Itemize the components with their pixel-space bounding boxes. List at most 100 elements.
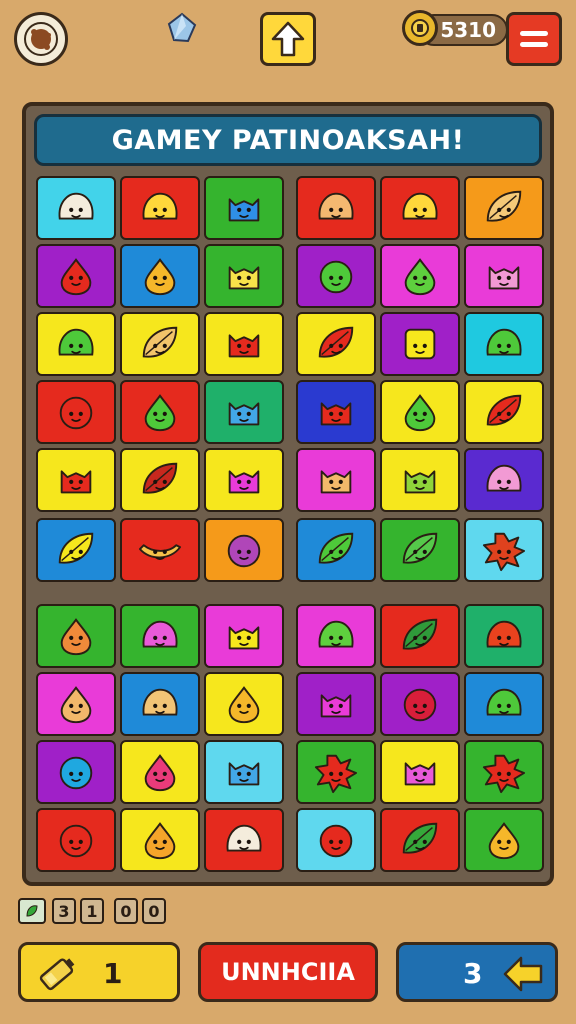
game-tile[interactable]: [296, 244, 376, 308]
game-tile[interactable]: [464, 604, 544, 668]
game-tile[interactable]: [36, 244, 116, 308]
game-tile[interactable]: [36, 518, 116, 582]
menu-button[interactable]: [506, 12, 562, 66]
game-tile[interactable]: [36, 380, 116, 444]
banana-creature-icon: [138, 544, 182, 560]
blob-creature-icon: [486, 620, 522, 648]
board-title: GAMEY PATINOAKSAH!: [34, 114, 542, 166]
game-tile[interactable]: [464, 312, 544, 376]
game-tile[interactable]: [380, 448, 460, 512]
game-tile[interactable]: [120, 448, 200, 512]
game-tile[interactable]: [464, 448, 544, 512]
cat-creature-icon: [60, 470, 92, 494]
drop-creature-icon: [404, 394, 436, 432]
cat-creature-icon: [228, 334, 260, 358]
round-creature-icon: [403, 688, 437, 722]
game-tile[interactable]: [36, 808, 116, 872]
blob-creature-icon: [486, 688, 522, 716]
game-tile[interactable]: [36, 604, 116, 668]
cookie-icon: [24, 22, 58, 56]
drop-creature-icon: [60, 686, 92, 724]
game-tile[interactable]: [36, 176, 116, 240]
moves-button[interactable]: 3: [396, 942, 558, 1002]
game-tile[interactable]: [36, 740, 116, 804]
game-tile[interactable]: [204, 244, 284, 308]
game-tile[interactable]: [120, 740, 200, 804]
game-tile[interactable]: [380, 604, 460, 668]
level-up-button[interactable]: [260, 12, 316, 66]
blob-creature-icon: [142, 688, 178, 716]
game-tile[interactable]: [120, 244, 200, 308]
game-tile[interactable]: [296, 604, 376, 668]
drop-creature-icon: [144, 258, 176, 296]
gem-icon: [166, 12, 198, 44]
game-tile[interactable]: [204, 672, 284, 736]
game-tile[interactable]: [464, 740, 544, 804]
leaf-icon: [26, 905, 38, 917]
game-tile[interactable]: [36, 672, 116, 736]
cat-creature-icon: [404, 470, 436, 494]
game-tile[interactable]: [296, 672, 376, 736]
booster-button[interactable]: 1: [18, 942, 180, 1002]
game-tile[interactable]: [204, 740, 284, 804]
stat-box: 3: [52, 898, 76, 924]
game-tile[interactable]: [296, 380, 376, 444]
drop-creature-icon: [144, 754, 176, 792]
game-tile[interactable]: [296, 808, 376, 872]
game-tile[interactable]: [464, 380, 544, 444]
leaf-creature-icon: [486, 190, 522, 222]
game-tile[interactable]: [120, 176, 200, 240]
game-tile[interactable]: [296, 518, 376, 582]
game-tile[interactable]: [464, 244, 544, 308]
game-tile[interactable]: [380, 672, 460, 736]
game-tile[interactable]: [120, 672, 200, 736]
game-tile[interactable]: [296, 312, 376, 376]
game-tile[interactable]: [464, 672, 544, 736]
game-tile[interactable]: [204, 176, 284, 240]
leaf-creature-icon: [318, 326, 354, 358]
cat-creature-icon: [228, 198, 260, 222]
game-tile[interactable]: [204, 448, 284, 512]
game-tile[interactable]: [380, 808, 460, 872]
game-tile[interactable]: [204, 312, 284, 376]
game-tile[interactable]: [120, 312, 200, 376]
menu-bar-icon: [520, 31, 548, 36]
game-tile[interactable]: [36, 312, 116, 376]
game-tile[interactable]: [380, 380, 460, 444]
round-creature-icon: [59, 824, 93, 858]
game-tile[interactable]: [464, 518, 544, 582]
round-creature-icon: [319, 260, 353, 294]
booster-count: 1: [103, 957, 123, 990]
round-creature-icon: [319, 824, 353, 858]
profile-button[interactable]: [14, 12, 68, 66]
game-tile[interactable]: [296, 448, 376, 512]
game-tile[interactable]: [204, 518, 284, 582]
game-tile[interactable]: [204, 604, 284, 668]
cat-creature-icon: [488, 266, 520, 290]
leaf-creature-icon: [402, 532, 438, 564]
game-tile[interactable]: [380, 312, 460, 376]
game-tile[interactable]: [464, 176, 544, 240]
arrow-up-icon: [271, 21, 305, 57]
game-tile[interactable]: [36, 448, 116, 512]
game-tile[interactable]: [380, 740, 460, 804]
game-tile[interactable]: [204, 380, 284, 444]
game-tile[interactable]: [120, 808, 200, 872]
action-button[interactable]: UNNHCIIA: [198, 942, 378, 1002]
game-tile[interactable]: [380, 176, 460, 240]
game-tile[interactable]: [464, 808, 544, 872]
game-tile[interactable]: [120, 604, 200, 668]
stat-box: 1: [80, 898, 104, 924]
blob-creature-icon: [58, 328, 94, 356]
leaf-creature-icon: [486, 394, 522, 426]
game-tile[interactable]: [120, 380, 200, 444]
game-tile[interactable]: [296, 176, 376, 240]
game-tile[interactable]: [380, 244, 460, 308]
splat-creature-icon: [482, 754, 526, 794]
game-tile[interactable]: [296, 740, 376, 804]
game-tile[interactable]: [120, 518, 200, 582]
drop-creature-icon: [228, 686, 260, 724]
leaf-creature-icon: [402, 822, 438, 854]
game-tile[interactable]: [204, 808, 284, 872]
game-tile[interactable]: [380, 518, 460, 582]
